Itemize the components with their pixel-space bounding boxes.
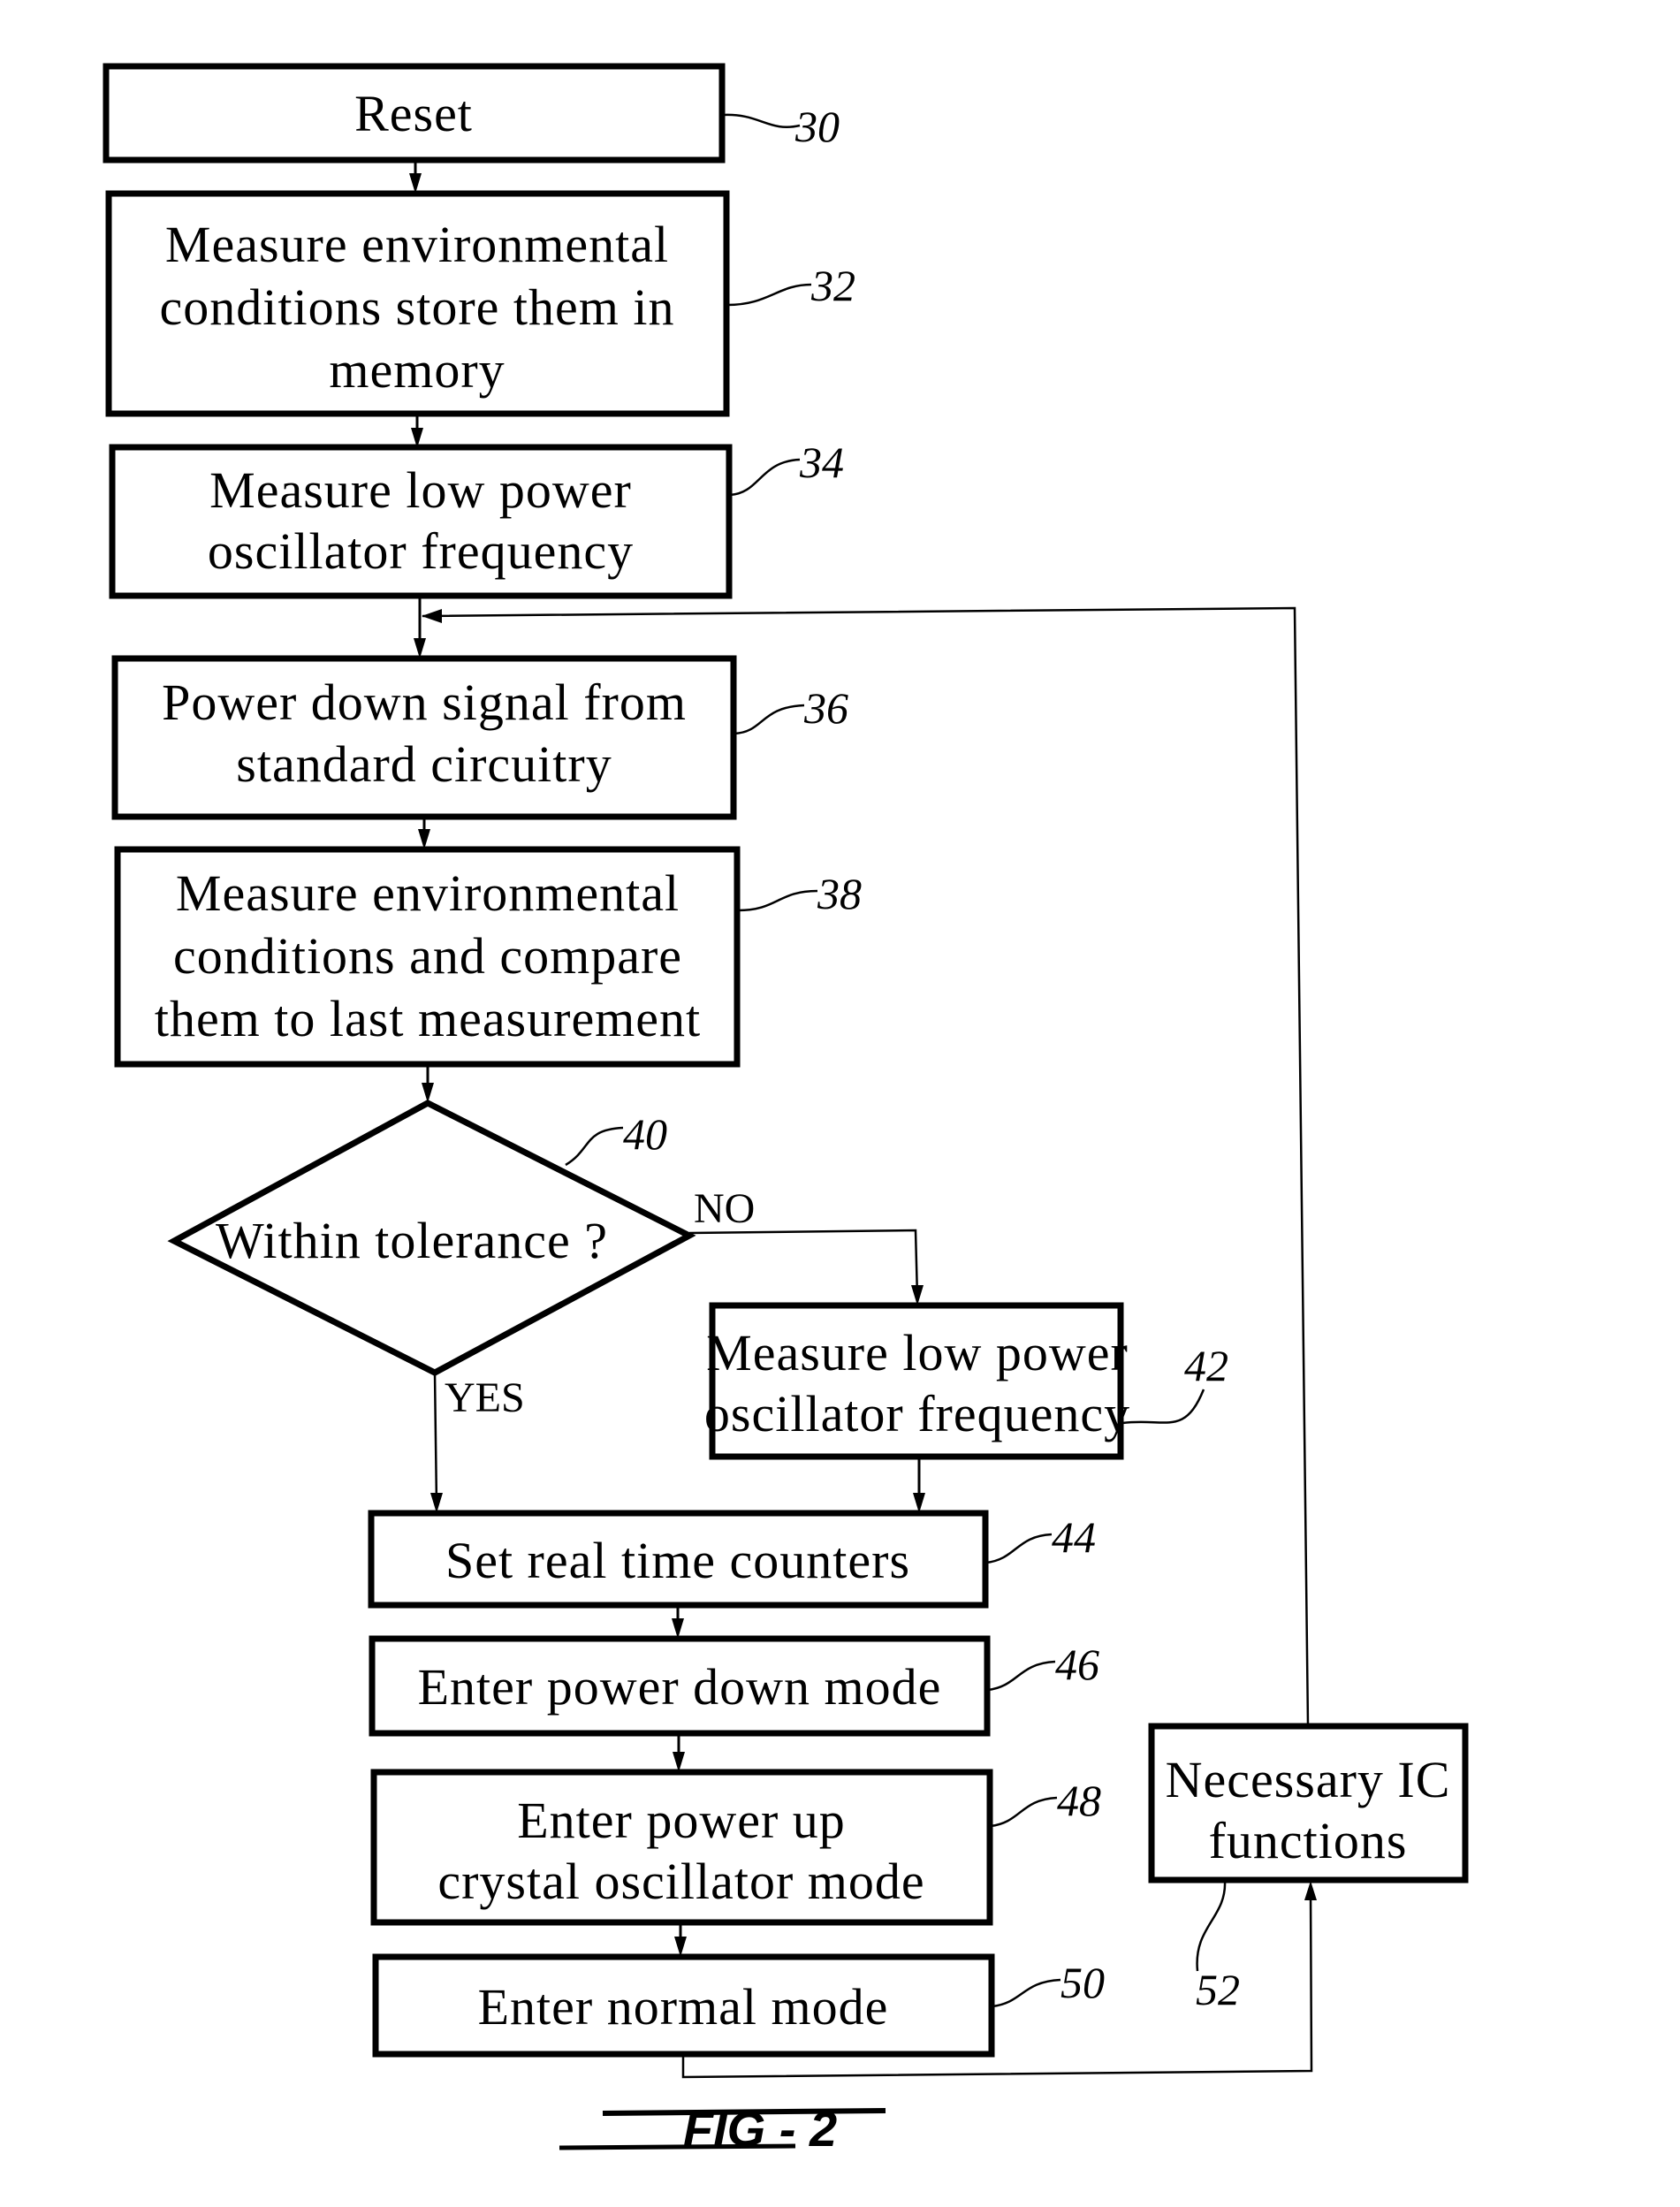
no-branch-label: NO bbox=[694, 1185, 755, 1232]
yes-branch-label: YES bbox=[445, 1374, 525, 1421]
step-40-text: Within tolerance ? bbox=[216, 1212, 608, 1269]
step-42-text-line-2: oscillator frequency bbox=[704, 1385, 1130, 1442]
leader-line-46 bbox=[987, 1660, 1056, 1692]
ref-42: 42 bbox=[1184, 1341, 1228, 1390]
step-32-text-line-3: memory bbox=[329, 341, 505, 399]
step-32-text-line-2: conditions store them in bbox=[160, 278, 675, 336]
step-34-text-line-2: oscillator frequency bbox=[208, 522, 634, 580]
leader-line-40 bbox=[565, 1126, 624, 1167]
step-36-text-line-2: standard circuitry bbox=[236, 735, 612, 793]
leader-line-32 bbox=[726, 283, 812, 307]
ref-50: 50 bbox=[1060, 1958, 1105, 2007]
step-44-text: Set real time counters bbox=[445, 1532, 910, 1589]
step-46-text: Enter power down mode bbox=[418, 1658, 942, 1716]
leader-line-48 bbox=[990, 1796, 1058, 1828]
leader-line-42 bbox=[1121, 1389, 1205, 1425]
ref-46: 46 bbox=[1055, 1640, 1099, 1689]
step-48-text-line-1: Enter power up bbox=[517, 1792, 846, 1849]
ref-36: 36 bbox=[803, 683, 848, 733]
connector-yes-40-44 bbox=[433, 1372, 438, 1506]
figure-label: FIG - 2 bbox=[559, 2101, 886, 2157]
leader-line-38 bbox=[737, 889, 818, 912]
step-52-text-line-1: Necessary IC bbox=[1166, 1751, 1451, 1808]
ref-34: 34 bbox=[799, 438, 844, 487]
step-30-text: Reset bbox=[354, 85, 473, 142]
step-42-text-line-1: Measure low power bbox=[706, 1324, 1129, 1381]
step-38-text-line-2: conditions and compare bbox=[173, 927, 682, 985]
arrowhead-icon bbox=[422, 609, 442, 623]
leader-line-52 bbox=[1196, 1880, 1227, 1972]
arrowhead-icon bbox=[1304, 1881, 1317, 1900]
ref-48: 48 bbox=[1057, 1776, 1101, 1825]
flowchart: Reset Measure environmental conditions s… bbox=[103, 63, 1469, 2157]
step-50-text: Enter normal mode bbox=[478, 1978, 889, 2036]
step-48-text-line-2: crystal oscillator mode bbox=[437, 1853, 924, 1910]
leader-line-34 bbox=[729, 458, 801, 497]
connector-no-40-42 bbox=[688, 1229, 919, 1298]
ref-32: 32 bbox=[810, 261, 855, 310]
leader-line-30 bbox=[722, 113, 801, 128]
ref-44: 44 bbox=[1052, 1512, 1096, 1562]
step-38-text-line-1: Measure environmental bbox=[176, 864, 680, 922]
step-38-text-line-3: them to last measurement bbox=[155, 990, 701, 1047]
leader-line-36 bbox=[734, 704, 805, 735]
figure-label-text: FIG - 2 bbox=[683, 2101, 837, 2157]
leader-line-44 bbox=[985, 1533, 1053, 1564]
leader-line-50 bbox=[992, 1978, 1061, 2008]
step-52-text-line-2: functions bbox=[1209, 1812, 1408, 1869]
step-32-text-line-1: Measure environmental bbox=[165, 216, 669, 273]
step-34-text-line-1: Measure low power bbox=[209, 461, 632, 519]
ref-40: 40 bbox=[623, 1109, 667, 1159]
ref-52: 52 bbox=[1196, 1965, 1240, 2014]
ref-30: 30 bbox=[794, 102, 840, 151]
ref-38: 38 bbox=[817, 869, 862, 918]
step-36-text-line-1: Power down signal from bbox=[162, 674, 687, 731]
